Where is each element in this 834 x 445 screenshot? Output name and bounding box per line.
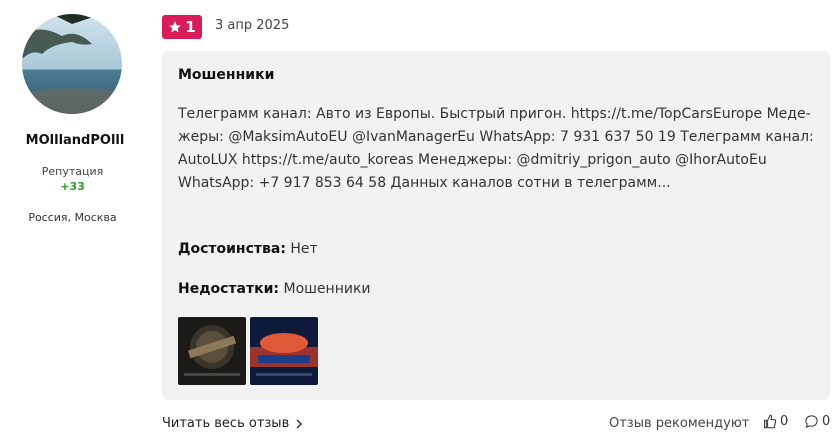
author-username[interactable]: MOlllandPOlll [0, 133, 150, 148]
like-button[interactable]: 0 [762, 414, 788, 429]
chevron-right-icon [296, 418, 303, 429]
comments-count: 0 [822, 414, 831, 429]
author-location: Россия, Москва [28, 211, 117, 224]
review-text: Телеграмм канал: Авто из Европы. Быстрый… [178, 106, 814, 191]
review-photo-2[interactable] [250, 317, 318, 385]
review-pros: Достоинства: Нет [178, 241, 318, 257]
review-card: Мошенники Телеграмм канал: Авто из Европ… [162, 51, 830, 400]
cons-value: Мошенники [283, 281, 371, 297]
review-date: 3 апр 2025 [215, 18, 290, 33]
cons-label: Недостатки: [178, 281, 280, 297]
thumbs-up-icon [764, 414, 777, 429]
rating-value: 1 [185, 18, 196, 36]
review-photo-1[interactable] [178, 317, 246, 385]
pros-label: Достоинства: [178, 241, 286, 257]
recommend-label: Отзыв рекомендуют [609, 416, 750, 431]
comment-icon [805, 415, 818, 428]
star-icon [169, 21, 182, 33]
reputation-label: Репутация [41, 165, 104, 178]
reputation-value: +33 [60, 180, 85, 193]
avatar[interactable] [22, 14, 122, 114]
review-title[interactable]: Мошенники [178, 67, 274, 83]
rating-badge: 1 [162, 15, 202, 39]
pros-value: Нет [290, 241, 318, 257]
comments-button[interactable]: 0 [804, 414, 830, 429]
likes-count: 0 [780, 414, 789, 429]
read-full-review-link[interactable]: Читать весь отзыв [162, 416, 303, 431]
read-more-label: Читать весь отзыв [162, 416, 290, 431]
review-cons: Недостатки: Мошенники [178, 281, 371, 297]
